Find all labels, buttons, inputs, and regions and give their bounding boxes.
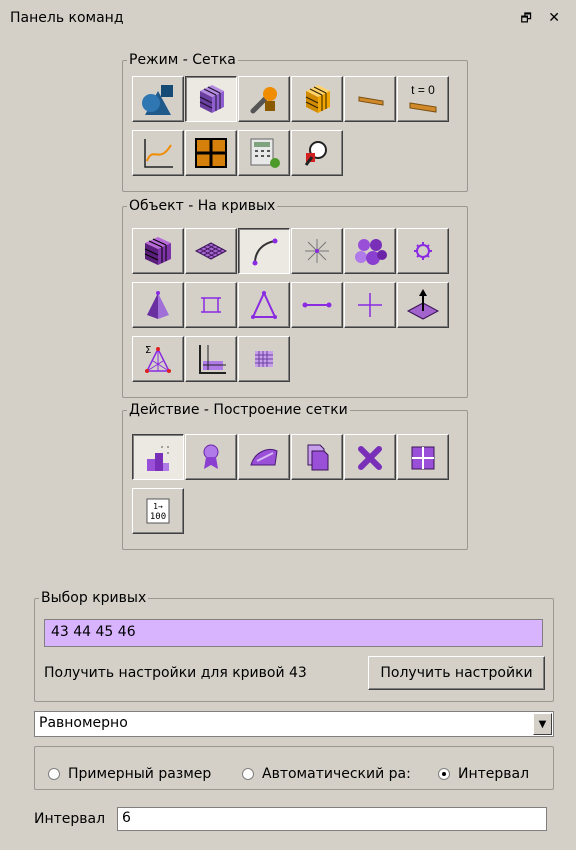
surface-strip-icon [358, 96, 384, 106]
mesh-cube-icon [199, 85, 224, 113]
chevron-down-icon[interactable]: ▼ [533, 713, 552, 735]
object-group-legend: Объект - На кривых [129, 198, 276, 214]
cross-icon [358, 293, 382, 317]
orange-cube-button[interactable] [291, 76, 343, 122]
tools-button[interactable] [238, 76, 290, 122]
svg-text:1→: 1→ [153, 502, 163, 511]
angle-grid-button[interactable] [185, 336, 237, 382]
pyramid-icon [147, 291, 169, 319]
radio-auto[interactable]: Автоматический ра: [242, 766, 438, 782]
surface-strip-button[interactable] [344, 76, 396, 122]
copy-pages-icon [307, 444, 329, 471]
radio-approx-size-label: Примерный размер [68, 766, 212, 782]
triangle-button[interactable] [238, 282, 290, 328]
calculator-button[interactable] [238, 130, 290, 176]
radio-approx-size[interactable]: Примерный размер [48, 766, 211, 782]
delete-x-icon [358, 446, 382, 470]
cross-button[interactable] [344, 282, 396, 328]
sigma-network-button[interactable]: Σ [132, 336, 184, 382]
grid-orange-button[interactable] [185, 130, 237, 176]
calculator-icon [250, 138, 280, 168]
iron-button[interactable] [238, 434, 290, 480]
interval-input[interactable]: 6 [117, 807, 547, 831]
curves-group-legend: Выбор кривых [41, 590, 147, 606]
window-buttons: 🗗 ✕ [521, 9, 566, 30]
copy-pages-button[interactable] [291, 434, 343, 480]
small-gear-icon [414, 242, 432, 260]
graph-plot-button[interactable] [132, 130, 184, 176]
radio-interval-dot[interactable] [438, 768, 450, 780]
tools-icon [250, 87, 277, 114]
graph-plot-icon [144, 139, 173, 168]
curve-icon [252, 238, 278, 266]
restore-icon[interactable]: 🗗 [521, 11, 538, 25]
face-mesh-icon [194, 242, 228, 260]
panel-titlebar: Панель команд 🗗 ✕ [0, 0, 576, 34]
grid-orange-icon [195, 138, 227, 168]
mesh-cube-button[interactable] [185, 76, 237, 122]
delete-x-button[interactable] [344, 434, 396, 480]
point-star-button[interactable] [291, 228, 343, 274]
svg-text:100: 100 [150, 512, 166, 522]
orange-cube-icon [305, 85, 330, 113]
volume-mesh-icon [144, 237, 171, 265]
zoom-icon [304, 141, 327, 166]
time-zero-icon: t = 0 [409, 83, 437, 113]
interval-label: Интервал [34, 811, 106, 827]
square-edges-icon [201, 297, 221, 313]
time-zero-button[interactable]: t = 0 [397, 76, 449, 122]
geometry-shapes-icon [142, 85, 173, 115]
svg-text:Σ: Σ [145, 345, 151, 356]
mesh-build-icon [147, 446, 169, 471]
radio-interval-label: Интервал [458, 766, 530, 782]
point-star-icon [305, 239, 329, 263]
face-mesh-button[interactable] [185, 228, 237, 274]
close-icon[interactable]: ✕ [548, 10, 566, 26]
line-segment-button[interactable] [291, 282, 343, 328]
panel-title: Панель команд [10, 10, 124, 26]
iron-icon [250, 449, 278, 466]
curve-button[interactable] [238, 228, 290, 274]
line-segment-icon [302, 302, 332, 308]
zoom-button[interactable] [291, 130, 343, 176]
mode-group-legend: Режим - Сетка [129, 52, 236, 68]
get-settings-button[interactable]: Получить настройки [368, 656, 545, 690]
distribution-select[interactable]: Равномерно ▼ [34, 711, 554, 737]
radio-auto-dot[interactable] [242, 768, 254, 780]
normal-arrow-icon [406, 289, 440, 320]
volume-mesh-button[interactable] [132, 228, 184, 274]
numbering-button[interactable]: 1→ 100 [132, 488, 184, 534]
radio-interval[interactable]: Интервал [438, 766, 529, 782]
svg-text:t = 0: t = 0 [411, 83, 435, 97]
angle-grid-icon [199, 345, 226, 374]
radio-approx-size-dot[interactable] [48, 768, 60, 780]
action-group-legend: Действие - Построение сетки [129, 402, 348, 418]
quad-split-icon [411, 446, 435, 470]
normal-arrow-button[interactable] [397, 282, 449, 328]
small-gear-button[interactable] [397, 228, 449, 274]
curves-selection-field[interactable]: 43 44 45 46 [44, 619, 543, 647]
small-grid-button[interactable] [238, 336, 290, 382]
small-grid-icon [255, 351, 273, 367]
parts-cluster-button[interactable] [344, 228, 396, 274]
radio-auto-label: Автоматический ра: [262, 766, 411, 782]
pyramid-button[interactable] [132, 282, 184, 328]
triangle-icon [251, 290, 277, 319]
distribution-value: Равномерно [39, 715, 128, 731]
award-button[interactable] [185, 434, 237, 480]
parts-cluster-icon [355, 239, 387, 265]
geometry-shapes-button[interactable] [132, 76, 184, 122]
award-icon [203, 444, 219, 469]
square-edges-button[interactable] [185, 282, 237, 328]
mesh-build-button[interactable] [132, 434, 184, 480]
quad-split-button[interactable] [397, 434, 449, 480]
curve-settings-info: Получить настройки для кривой 43 [44, 665, 307, 681]
numbering-icon: 1→ 100 [146, 498, 170, 524]
sigma-network-icon: Σ [145, 345, 171, 373]
